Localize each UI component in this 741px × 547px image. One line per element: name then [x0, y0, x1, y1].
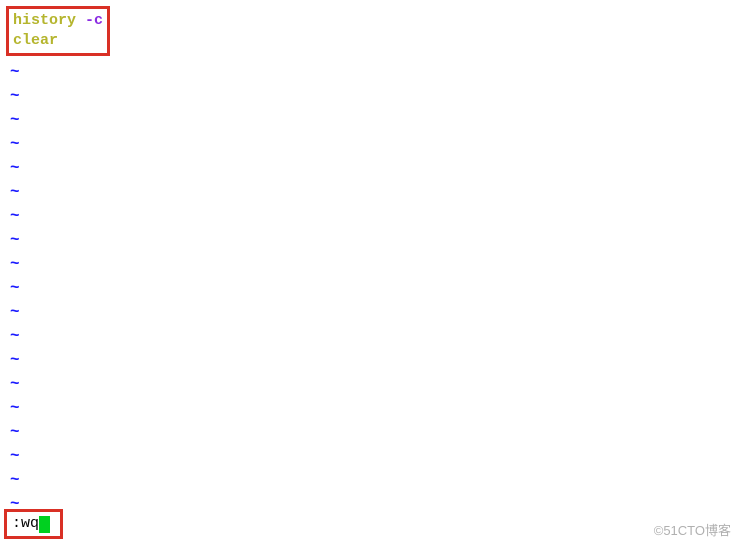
- command-line-highlight: :wq: [4, 509, 63, 539]
- empty-line-marker: ~: [10, 396, 739, 420]
- watermark-text: ©51CTO博客: [654, 520, 731, 539]
- empty-line-marker: ~: [10, 444, 739, 468]
- empty-line-marker: ~: [10, 300, 739, 324]
- cursor: [39, 516, 50, 533]
- command-keyword: history: [13, 12, 76, 29]
- empty-line-marker: ~: [10, 228, 739, 252]
- content-line-1: history -c: [13, 11, 103, 31]
- empty-line-marker: ~: [10, 156, 739, 180]
- empty-line-marker: ~: [10, 180, 739, 204]
- empty-line-marker: ~: [10, 420, 739, 444]
- empty-line-marker: ~: [10, 372, 739, 396]
- command-flag: -c: [85, 12, 103, 29]
- vim-command-line[interactable]: :wq: [4, 509, 63, 539]
- vim-editor[interactable]: history -c clear ~~~~~~~~~~~~~~~~~~~ :wq…: [0, 0, 741, 547]
- empty-line-marker: ~: [10, 252, 739, 276]
- empty-line-marker: ~: [10, 492, 739, 516]
- empty-line-marker: ~: [10, 60, 739, 84]
- file-content-highlight: history -c clear: [6, 6, 110, 56]
- command-input: wq: [21, 515, 39, 533]
- content-line-2: clear: [13, 31, 103, 51]
- empty-line-marker: ~: [10, 468, 739, 492]
- empty-line-marker: ~: [10, 204, 739, 228]
- empty-line-marker: ~: [10, 132, 739, 156]
- empty-line-marker: ~: [10, 84, 739, 108]
- empty-line-marker: ~: [10, 108, 739, 132]
- empty-line-marker: ~: [10, 348, 739, 372]
- empty-line-marker: ~: [10, 324, 739, 348]
- empty-line-marker: ~: [10, 276, 739, 300]
- command-keyword: clear: [13, 32, 58, 49]
- empty-lines-area: ~~~~~~~~~~~~~~~~~~~: [2, 60, 739, 516]
- command-prefix: :: [12, 515, 21, 533]
